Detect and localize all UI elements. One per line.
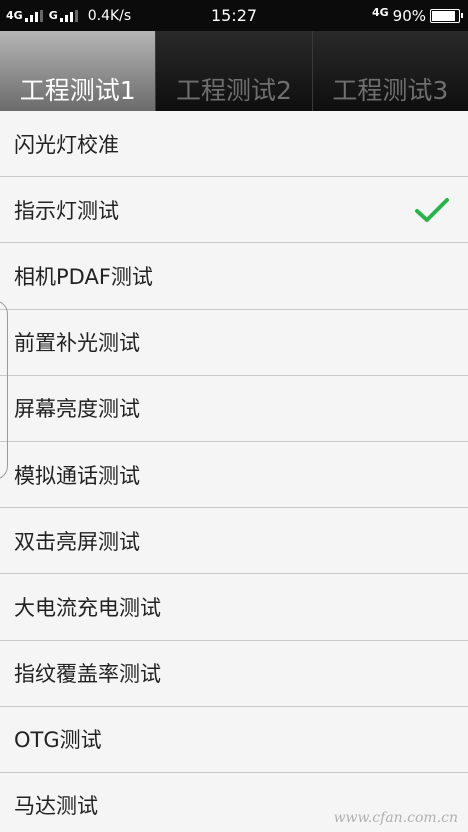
tab-engineering-test-3[interactable]: 工程测试3 bbox=[312, 31, 468, 111]
list-item[interactable]: 指示灯测试 bbox=[0, 177, 468, 244]
tab-engineering-test-1[interactable]: 工程测试1 bbox=[0, 31, 157, 111]
list-item[interactable]: 屏幕亮度测试 bbox=[0, 375, 468, 442]
list-item[interactable]: 模拟通话测试 bbox=[0, 441, 468, 509]
watermark: www.cfan.com.cn bbox=[333, 810, 458, 826]
list-item[interactable]: 闪光灯校准 bbox=[0, 111, 468, 178]
tab-label: 工程测试1 bbox=[19, 76, 136, 105]
edge-swipe-handle[interactable] bbox=[0, 300, 8, 480]
battery-percent: 90% bbox=[392, 6, 426, 25]
status-right: 4G 90% bbox=[371, 0, 463, 31]
tab-label: 工程测试2 bbox=[176, 76, 292, 105]
list-item-label: 闪光灯校准 bbox=[14, 132, 119, 157]
list-item[interactable]: 前置补光测试 bbox=[0, 309, 468, 376]
list-item[interactable]: 大电流充电测试 bbox=[0, 574, 468, 641]
battery-icon bbox=[430, 8, 463, 23]
list-item-label: 相机PDAF测试 bbox=[14, 264, 153, 289]
list-item-label: 马达测试 bbox=[14, 794, 98, 819]
test-list: 闪光灯校准 指示灯测试 相机PDAF测试 前置补光测试 屏幕亮度测试 模拟通话测… bbox=[0, 111, 468, 832]
tab-label: 工程测试3 bbox=[332, 76, 449, 105]
list-item-label: 模拟通话测试 bbox=[14, 463, 140, 488]
list-item[interactable]: 双击亮屏测试 bbox=[0, 508, 468, 575]
tab-engineering-test-2[interactable]: 工程测试2 bbox=[156, 31, 313, 111]
list-item-label: OTG测试 bbox=[14, 728, 102, 753]
list-item-label: 屏幕亮度测试 bbox=[14, 397, 140, 422]
list-item-label: 指纹覆盖率测试 bbox=[14, 662, 161, 687]
list-item[interactable]: OTG测试 bbox=[0, 706, 468, 773]
list-item-label: 指示灯测试 bbox=[14, 198, 119, 223]
tab-bar: 工程测试1 工程测试2 工程测试3 bbox=[0, 31, 468, 111]
list-item[interactable]: 指纹覆盖率测试 bbox=[0, 640, 468, 707]
list-item-label: 前置补光测试 bbox=[14, 331, 140, 356]
status-bar: 4G G 0.4K/s 15:27 4G 90% bbox=[0, 0, 468, 31]
list-item-label: 双击亮屏测试 bbox=[14, 529, 140, 554]
checkmark-icon bbox=[415, 197, 449, 222]
list-item-label: 大电流充电测试 bbox=[14, 595, 161, 620]
list-item[interactable]: 相机PDAF测试 bbox=[0, 243, 468, 310]
network-type-right: 4G bbox=[371, 6, 389, 19]
